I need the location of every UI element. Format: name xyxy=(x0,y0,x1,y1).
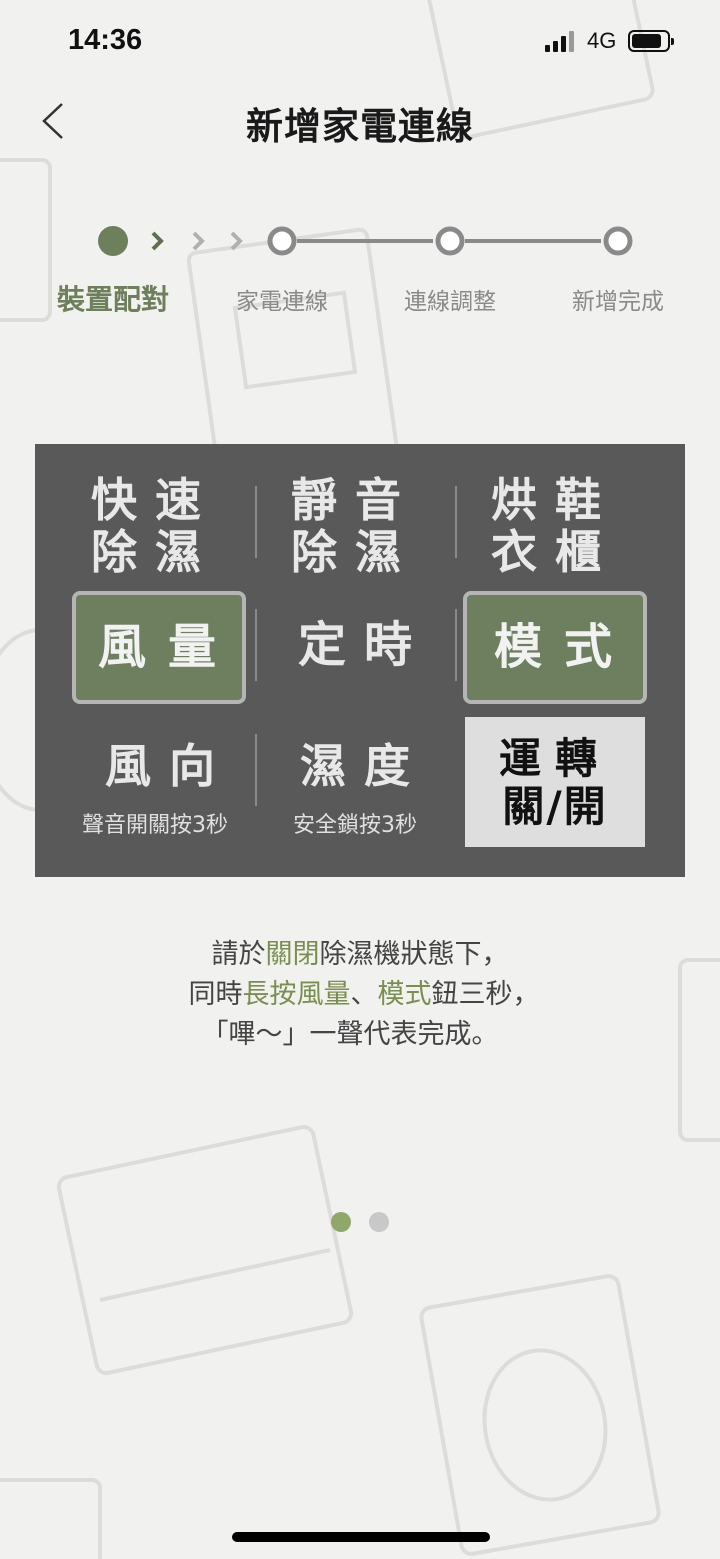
silent-dehumidify-label: 靜音 除濕 xyxy=(291,473,419,579)
chevron-right-icon xyxy=(192,231,205,251)
instruction-line-3: 「嗶～」一聲代表完成。 xyxy=(201,1019,499,1050)
step-dot-active xyxy=(98,226,128,256)
page-indicator[interactable] xyxy=(331,1212,389,1232)
step-dot xyxy=(435,226,465,256)
chevron-right-icon xyxy=(151,231,164,251)
instruction-line-1: 請於關閉除濕機狀態下， xyxy=(211,939,509,970)
step-dot xyxy=(267,226,297,256)
page-dot[interactable] xyxy=(369,1212,389,1232)
step-dot xyxy=(603,226,633,256)
status-bar: 14:36 4G xyxy=(0,0,720,80)
network-type: 4G xyxy=(587,28,617,53)
instruction-text: 請於關閉除濕機狀態下， 同時長按風量、模式鈕三秒， 「嗶～」一聲代表完成。 xyxy=(0,935,720,1055)
stepper-track xyxy=(98,226,633,256)
page-title: 新增家電連線 xyxy=(246,105,474,148)
signal-icon xyxy=(545,30,574,52)
page-dot-active[interactable] xyxy=(331,1212,351,1232)
mode-button: 模式 xyxy=(463,591,647,704)
chevron-right-icon xyxy=(230,231,243,251)
sound-toggle-hint: 聲音開關按3秒 xyxy=(82,813,228,838)
quick-dehumidify-label: 快速 除濕 xyxy=(91,473,219,579)
timer-label: 定時 xyxy=(297,617,430,673)
power-button: 運轉 關/開 xyxy=(465,717,645,847)
home-indicator[interactable] xyxy=(232,1532,490,1542)
step-label-complete: 新增完成 xyxy=(572,289,664,315)
humidity-label: 濕度 xyxy=(300,739,428,793)
wind-direction-label: 風向 xyxy=(105,739,233,793)
step-label-connect: 家電連線 xyxy=(236,289,328,315)
shoe-closet-label: 烘鞋 衣櫃 xyxy=(491,473,619,579)
step-label-adjust: 連線調整 xyxy=(404,289,496,315)
instruction-line-2: 同時長按風量、模式鈕三秒， xyxy=(188,979,540,1010)
safety-lock-hint: 安全鎖按3秒 xyxy=(293,813,417,838)
step-label-pairing: 裝置配對 xyxy=(56,283,169,316)
progress-stepper: 裝置配對 家電連線 連線調整 新增完成 xyxy=(0,220,720,320)
clock: 14:36 xyxy=(68,24,143,56)
fan-speed-button: 風量 xyxy=(72,591,246,704)
battery-icon xyxy=(628,30,674,52)
control-panel-illustration: 快速 除濕 靜音 除濕 烘鞋 衣櫃 風量 定時 模式 風向 聲音開關按3秒 濕度 安全… xyxy=(35,444,685,877)
